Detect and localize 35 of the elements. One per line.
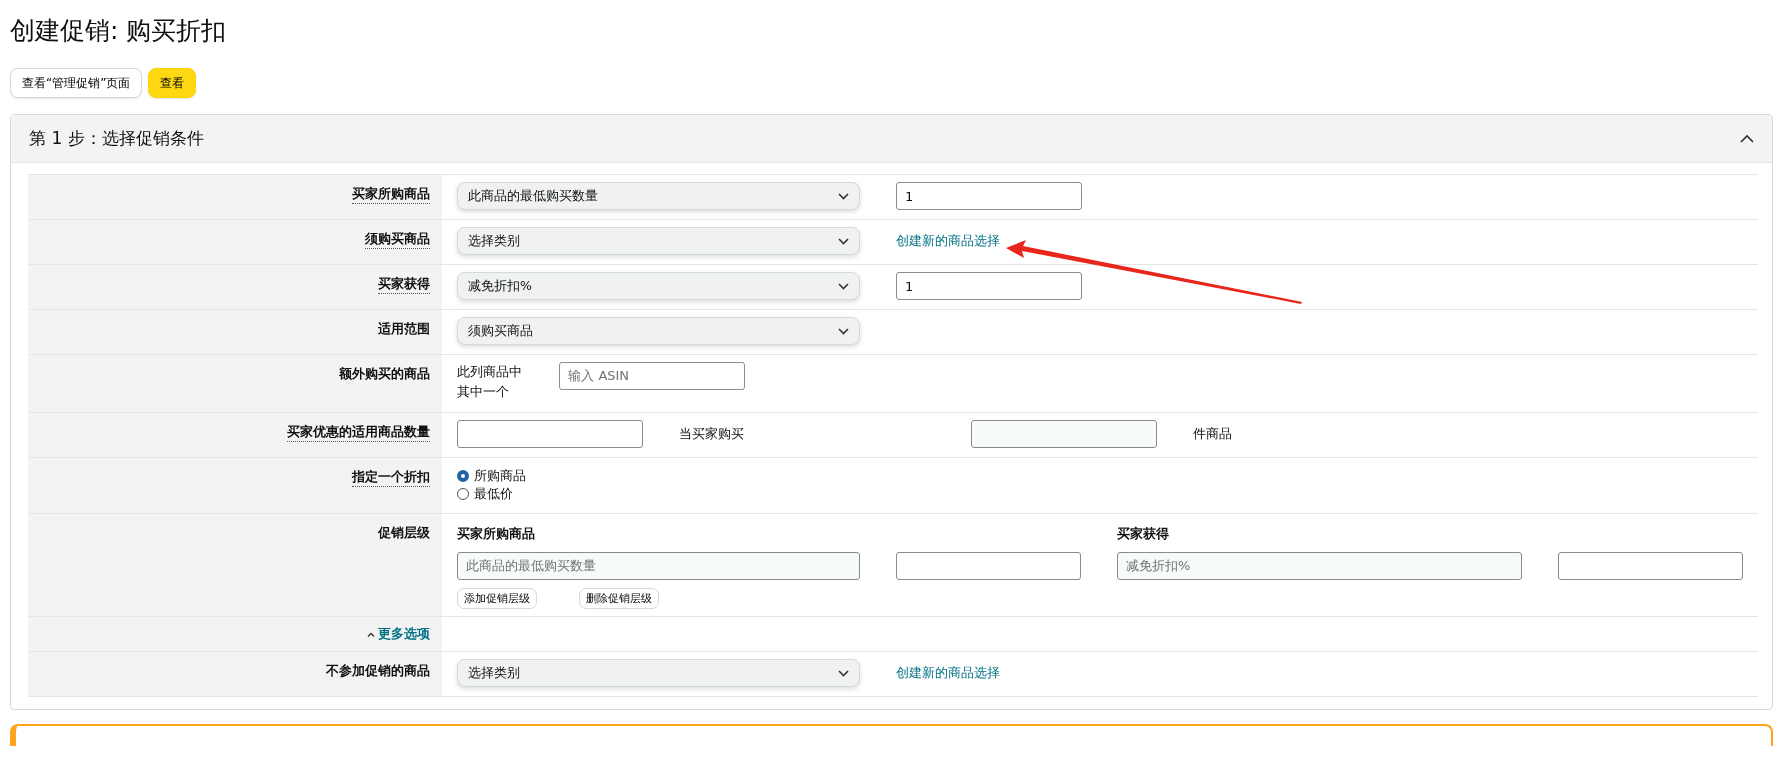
create-selection-link[interactable]: 创建新的商品选择 <box>896 659 1000 687</box>
input-field[interactable]: 1 <box>896 182 1082 210</box>
asin-field[interactable]: 输入 ASIN <box>559 362 746 390</box>
dropdown[interactable]: 减免折扣% <box>457 272 860 300</box>
column-heading: 买家所购商品 <box>457 525 536 543</box>
tier-button[interactable]: 删除促销层级 <box>579 588 659 609</box>
field-label: 额外购买的商品 <box>339 365 430 383</box>
field-label: 促销层级 <box>378 524 430 542</box>
field-label: 适用范围 <box>378 320 430 338</box>
field-label: 买家优惠的适用商品数量 <box>287 423 430 442</box>
dropdown[interactable]: 须购买商品 <box>457 317 860 345</box>
input-field[interactable]: 此商品的最低购买数量 <box>457 552 860 580</box>
dropdown[interactable]: 选择类别 <box>457 227 860 255</box>
dropdown[interactable]: 选择类别 <box>457 659 860 687</box>
field-label: 买家所购商品 <box>352 185 430 204</box>
input-field[interactable]: 减免折扣% <box>1117 552 1522 580</box>
field-label: 须购买商品 <box>365 230 430 249</box>
manage-promotions-button[interactable]: 查看“管理促销”页面 <box>10 68 143 98</box>
radio-label: 最低价 <box>474 485 513 502</box>
field-label: 买家获得 <box>378 275 430 294</box>
radio-label: 所购商品 <box>474 467 526 484</box>
helper-text: 此列商品中其中一个 <box>457 363 523 401</box>
tier-button[interactable]: 添加促销层级 <box>457 588 537 609</box>
view-button[interactable]: 查看 <box>148 68 197 98</box>
input-field[interactable]: 1 <box>896 272 1082 300</box>
column-heading: 买家获得 <box>1117 525 1170 543</box>
helper-text: 当买家购买 <box>679 425 745 443</box>
dropdown[interactable]: 此商品的最低购买数量 <box>457 182 860 210</box>
helper-text: 件商品 <box>1193 425 1232 443</box>
field-label: 指定一个折扣 <box>352 468 430 487</box>
more-options-link[interactable]: 更多选项 <box>367 625 430 643</box>
field-label: 不参加促销的商品 <box>326 662 430 680</box>
panel-title: 第 1 步：选择促销条件 <box>29 127 204 150</box>
create-selection-link[interactable]: 创建新的商品选择 <box>896 227 1000 255</box>
page-title: 创建促销: 购买折扣 <box>10 15 228 47</box>
